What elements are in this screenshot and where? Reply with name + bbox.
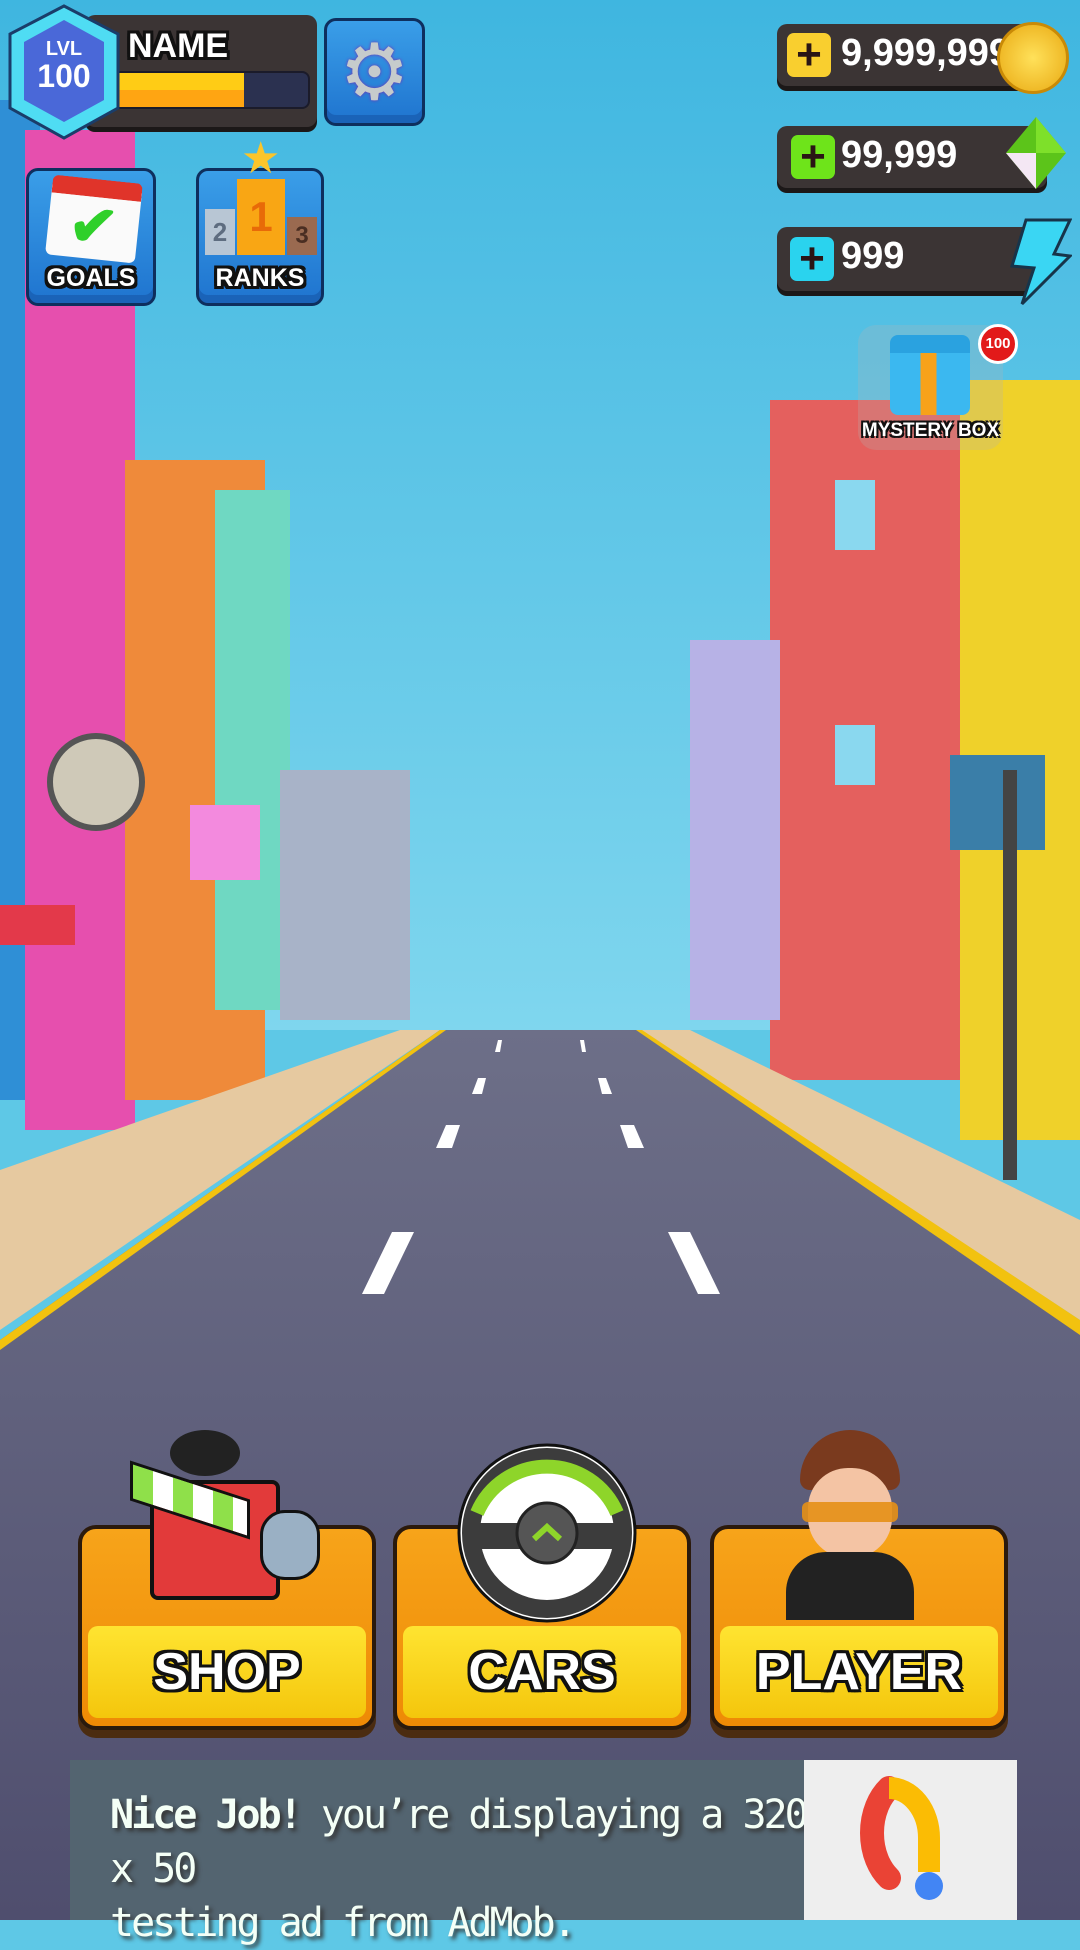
- coins-value: 9,999,999: [841, 32, 1011, 74]
- calendar-check-icon: ✔: [45, 174, 143, 264]
- ad-line2: testing ad from AdMob.: [110, 1900, 577, 1946]
- coin-icon: [997, 22, 1069, 94]
- goals-button[interactable]: ✔ GOALS: [26, 168, 156, 306]
- player-avatar-icon: [780, 1430, 920, 1620]
- ad-banner[interactable]: Nice Job! you’re displaying a 320 x 50 t…: [70, 1760, 1017, 1946]
- lightning-icon: [1010, 218, 1072, 306]
- player-label: PLAYER: [720, 1626, 998, 1718]
- xp-bar: [112, 71, 310, 109]
- podium-icon: 2 1 3: [205, 179, 321, 257]
- star-icon: ★: [241, 134, 281, 183]
- energy-counter: + 999: [777, 227, 1037, 291]
- steering-wheel-icon: [457, 1443, 637, 1623]
- goals-label: GOALS: [46, 264, 136, 292]
- gift-box-icon: [890, 335, 970, 415]
- shop-store-icon: [130, 1430, 320, 1620]
- ranks-label: RANKS: [215, 264, 305, 292]
- xp-bar-fill: [114, 73, 244, 107]
- ranks-button[interactable]: 2 1 3 ★ RANKS: [196, 134, 324, 306]
- gear-icon: ⚙: [339, 28, 410, 116]
- gem-icon: [1006, 117, 1066, 189]
- ad-text: Nice Job! you’re displaying a 320 x 50 t…: [110, 1788, 810, 1950]
- add-energy-button[interactable]: +: [790, 237, 834, 281]
- level-value: 100: [37, 58, 91, 94]
- add-gems-button[interactable]: +: [791, 135, 835, 179]
- add-coins-button[interactable]: +: [787, 33, 831, 77]
- ad-bold: Nice Job!: [110, 1792, 303, 1838]
- player-name: NAME: [128, 27, 229, 65]
- cars-label: CARS: [403, 1626, 681, 1718]
- settings-button[interactable]: ⚙: [324, 18, 425, 126]
- mystery-box-badge: 100: [978, 324, 1018, 364]
- mystery-box-label: MYSTERY BOX: [861, 420, 1000, 441]
- shop-label: SHOP: [88, 1626, 366, 1718]
- gems-value: 99,999: [841, 134, 958, 176]
- energy-value: 999: [841, 235, 905, 277]
- admob-logo-icon: [804, 1760, 1017, 1920]
